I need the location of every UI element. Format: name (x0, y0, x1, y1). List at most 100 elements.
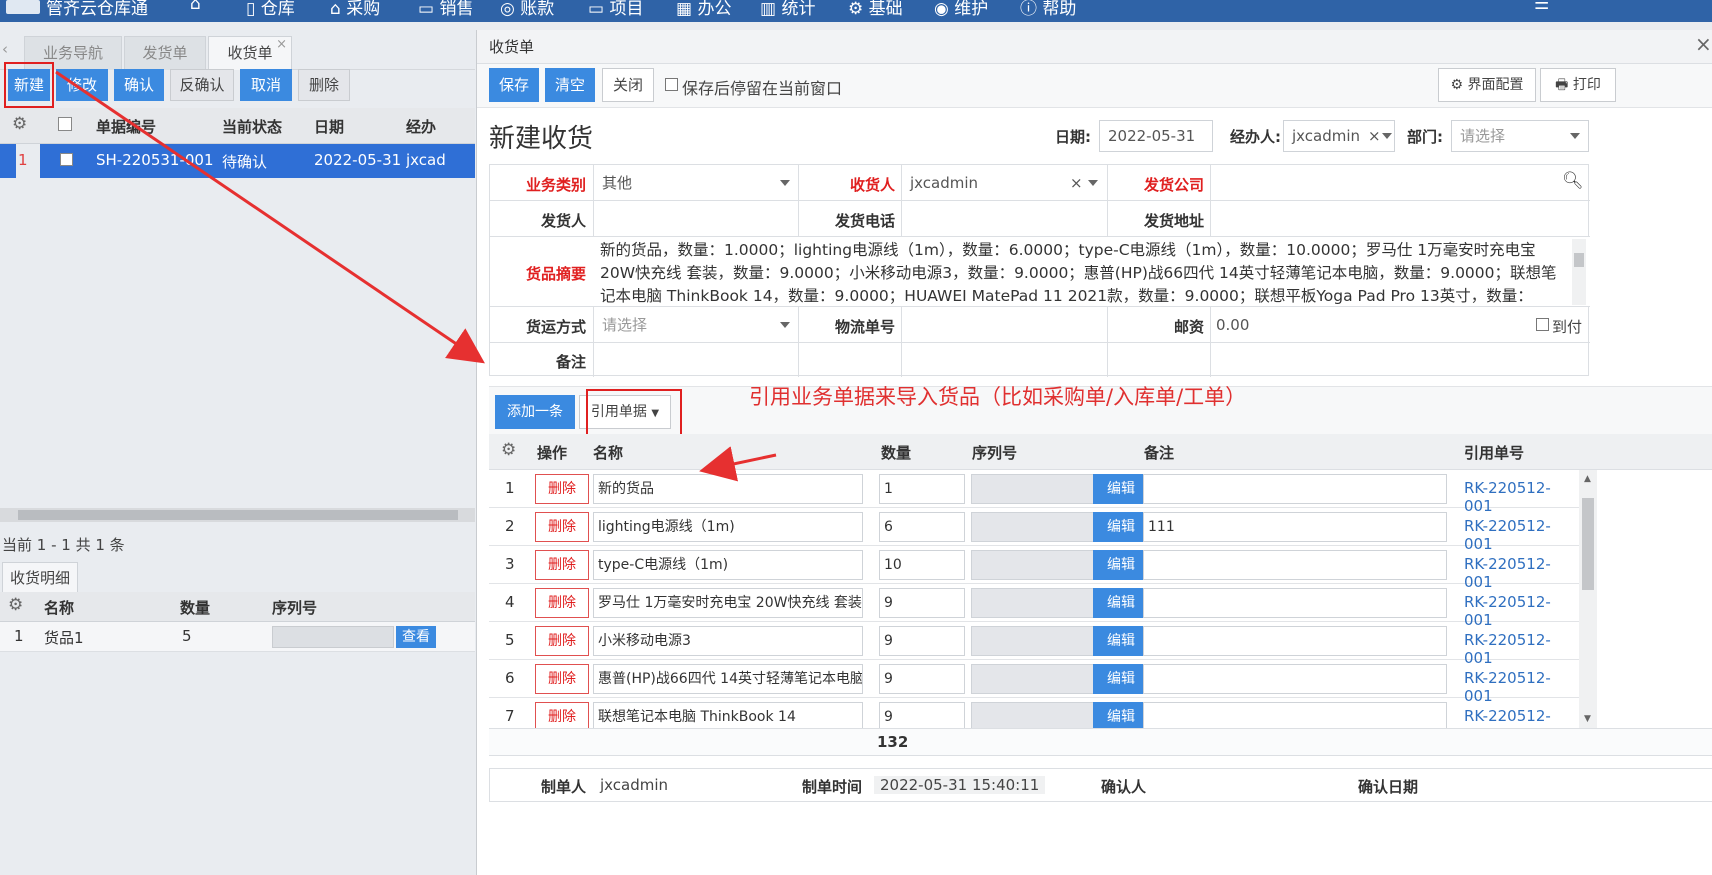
edit-serial-button[interactable]: 编辑 (1093, 512, 1149, 542)
item-serial-input[interactable] (971, 474, 1095, 504)
print-button[interactable]: 🖶 打印 (1540, 68, 1616, 102)
item-qty-input[interactable]: 9 (879, 588, 965, 618)
close-button[interactable]: 关闭 (602, 68, 654, 102)
table-row[interactable]: 2 删除 lighting电源线（1m) 6 编辑 111 RK-220512-001 (489, 508, 1579, 553)
items-scrollbar[interactable]: ▲ ▼ (1579, 470, 1597, 728)
summary-scrollbar[interactable] (1572, 239, 1586, 305)
select-all-checkbox[interactable] (58, 117, 72, 131)
list-item[interactable]: 1 货品1 5 查看 (0, 622, 475, 652)
table-row[interactable]: 1 删除 新的货品 1 编辑 RK-220512-001 (489, 470, 1579, 515)
tab-scroll-left-icon[interactable]: ‹ (2, 40, 8, 58)
item-remark-input[interactable] (1143, 664, 1447, 694)
item-serial-input[interactable] (971, 702, 1095, 728)
clear-icon[interactable]: × (1368, 121, 1381, 151)
grid-settings-icon[interactable]: ⚙ (12, 114, 27, 134)
item-qty-input[interactable]: 9 (879, 664, 965, 694)
table-row[interactable]: 1 SH-220531-001 待确认 2022-05-31 jxcad (0, 144, 475, 178)
item-qty-input[interactable]: 1 (879, 474, 965, 504)
stay-checkbox[interactable] (665, 78, 678, 91)
item-qty-input[interactable]: 10 (879, 550, 965, 580)
dialog-close-icon[interactable]: × (1695, 32, 1712, 56)
summary-textarea[interactable]: 新的货品，数量：1.0000；lighting电源线（1m），数量：6.0000… (594, 239, 1566, 305)
tab-shipping-order[interactable]: 发货单 (124, 36, 206, 70)
item-remark-input[interactable] (1143, 550, 1447, 580)
delete-row-button[interactable]: 删除 (535, 588, 589, 618)
postage-input[interactable]: 0.00 (1216, 316, 1249, 334)
table-row[interactable]: 3 删除 type-C电源线（1m) 10 编辑 RK-220512-001 (489, 546, 1579, 591)
ui-config-button[interactable]: ⚙ 界面配置 (1438, 68, 1536, 102)
menu-accounts[interactable]: ◎ 账款 (500, 0, 554, 19)
shipping-select[interactable]: 请选择 (594, 307, 798, 343)
add-row-button[interactable]: 添加一条 (495, 395, 575, 429)
item-name-input[interactable]: 新的货品 (593, 474, 863, 504)
tab-receiving-detail[interactable]: 收货明细 (2, 562, 78, 594)
menu-stats[interactable]: ▥ 统计 (760, 0, 815, 19)
edit-serial-button[interactable]: 编辑 (1093, 702, 1149, 728)
cod-checkbox[interactable] (1536, 318, 1549, 331)
menu-maintain[interactable]: ◉ 维护 (934, 0, 988, 19)
item-serial-input[interactable] (971, 626, 1095, 656)
biz-type-select[interactable]: 其他 (594, 165, 798, 201)
unconfirm-button[interactable]: 反确认 (170, 69, 234, 101)
menu-basic[interactable]: ⚙ 基础 (848, 0, 903, 19)
table-row[interactable]: 5 删除 小米移动电源3 9 编辑 RK-220512-001 (489, 622, 1579, 667)
delete-row-button[interactable]: 删除 (535, 474, 589, 504)
item-name-input[interactable]: type-C电源线（1m) (593, 550, 863, 580)
clear-icon[interactable]: × (1070, 165, 1083, 201)
item-serial-input[interactable] (971, 664, 1095, 694)
table-row[interactable]: 6 删除 惠普(HP)战66四代 14英寸轻薄笔记本电脑 9 编辑 RK-220512-0… (489, 660, 1579, 705)
item-serial-input[interactable] (971, 550, 1095, 580)
table-row[interactable]: 4 删除 罗马仕 1万毫安时充电宝 20W快充线 套装 9 编辑 RK-220512-00… (489, 584, 1579, 629)
item-name-input[interactable]: 联想笔记本电脑 ThinkBook 14 (593, 702, 863, 728)
delete-row-button[interactable]: 删除 (535, 550, 589, 580)
edit-serial-button[interactable]: 编辑 (1093, 664, 1149, 694)
date-input[interactable]: 2022-05-31 (1099, 120, 1213, 152)
clear-button[interactable]: 清空 (545, 68, 595, 102)
table-row[interactable]: 7 删除联想笔记本电脑 ThinkBook 14 9 编辑 RK-220512-001 (489, 698, 1579, 728)
edit-button[interactable]: 修改 (56, 69, 108, 101)
ref-doc-link[interactable]: RK-220512-001 (1464, 707, 1579, 728)
items-settings-icon[interactable]: ⚙ (501, 440, 516, 460)
item-name-input[interactable]: 小米移动电源3 (593, 626, 863, 656)
item-qty-input[interactable]: 9 (879, 702, 965, 728)
confirm-button[interactable]: 确认 (114, 69, 164, 101)
delete-button[interactable]: 删除 (298, 69, 350, 101)
tab-receiving-order[interactable]: 收货单 × (208, 36, 292, 70)
cancel-button[interactable]: 取消 (240, 69, 292, 101)
dept-select[interactable]: 请选择 (1451, 120, 1589, 152)
item-qty-input[interactable]: 6 (879, 512, 965, 542)
delete-row-button[interactable]: 删除 (535, 626, 589, 656)
item-name-input[interactable]: 罗马仕 1万毫安时充电宝 20W快充线 套装 (593, 588, 863, 618)
edit-serial-button[interactable]: 编辑 (1093, 588, 1149, 618)
delete-row-button[interactable]: 删除 (535, 702, 589, 728)
menu-help[interactable]: ⓘ 帮助 (1020, 0, 1076, 19)
detail-settings-icon[interactable]: ⚙ (8, 595, 23, 615)
handler-select[interactable]: jxcadmin × (1283, 120, 1395, 152)
menu-purchase[interactable]: ⌂ 采购 (330, 0, 380, 19)
collapse-icon[interactable]: ☰ (1534, 0, 1549, 14)
menu-office[interactable]: ▦ 办公 (676, 0, 731, 19)
item-name-input[interactable]: 惠普(HP)战66四代 14英寸轻薄笔记本电脑 (593, 664, 863, 694)
receiver-select[interactable]: jxcadmin × (902, 165, 1107, 201)
item-remark-input[interactable]: 111 (1143, 512, 1447, 542)
edit-serial-button[interactable]: 编辑 (1093, 474, 1149, 504)
item-remark-input[interactable] (1143, 702, 1447, 728)
row-checkbox[interactable] (60, 153, 73, 166)
item-qty-input[interactable]: 9 (879, 626, 965, 656)
search-icon[interactable]: 🔍︎ (1562, 171, 1584, 191)
tab-close-icon[interactable]: × (276, 29, 287, 61)
edit-serial-button[interactable]: 编辑 (1093, 626, 1149, 656)
view-button[interactable]: 查看 (396, 626, 436, 648)
item-remark-input[interactable] (1143, 626, 1447, 656)
item-name-input[interactable]: lighting电源线（1m) (593, 512, 863, 542)
save-button[interactable]: 保存 (489, 68, 539, 102)
left-horizontal-scrollbar[interactable] (0, 508, 475, 522)
item-remark-input[interactable] (1143, 588, 1447, 618)
delete-row-button[interactable]: 删除 (535, 664, 589, 694)
delete-row-button[interactable]: 删除 (535, 512, 589, 542)
home-icon[interactable]: ⌂ (190, 0, 201, 14)
menu-projects[interactable]: ▭ 项目 (588, 0, 643, 19)
item-remark-input[interactable] (1143, 474, 1447, 504)
menu-sales[interactable]: ▭ 销售 (418, 0, 473, 19)
item-serial-input[interactable] (971, 512, 1095, 542)
